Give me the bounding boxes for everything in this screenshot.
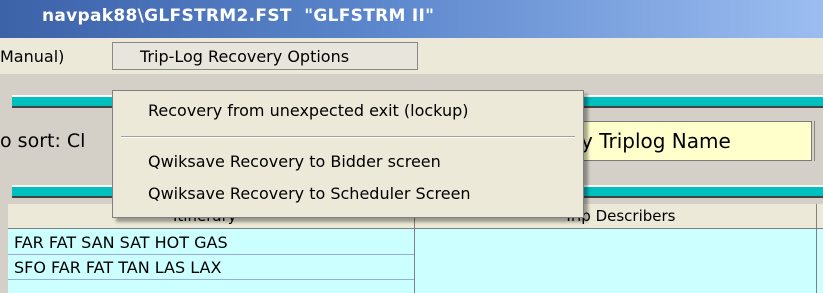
menu-manual[interactable]: Manual)	[0, 47, 64, 66]
row-itinerary: SFO FAR FAT TAN LAS LAX	[14, 258, 222, 277]
sort-field-value: y Triplog Name	[581, 129, 731, 153]
column-divider	[816, 204, 817, 293]
sort-label: o sort: Cl	[0, 130, 86, 152]
sort-field[interactable]: y Triplog Name	[560, 121, 812, 161]
menu-trip-log-recovery-label: Trip-Log Recovery Options	[140, 47, 350, 66]
sort-dropdown-edge[interactable]	[814, 121, 823, 161]
menu-bar: Manual) Trip-Log Recovery Options	[0, 38, 823, 74]
menu-item-recovery-lockup[interactable]: Recovery from unexpected exit (lockup)	[148, 101, 468, 120]
menu-trip-log-recovery[interactable]: Trip-Log Recovery Options	[112, 42, 418, 70]
window-title: navpak88\GLFSTRM2.FST "GLFSTRM II"	[42, 6, 435, 26]
trip-log-recovery-menu: Recovery from unexpected exit (lockup) Q…	[112, 90, 584, 218]
table-row[interactable]: SFO FAR FAT TAN LAS LAX	[8, 255, 414, 280]
menu-separator	[121, 136, 575, 138]
title-bar: navpak88\GLFSTRM2.FST "GLFSTRM II"	[0, 0, 823, 38]
row-itinerary: FAR FAT SAN SAT HOT GAS	[14, 233, 228, 252]
table-row[interactable]: FAR FAT SAN SAT HOT GAS	[8, 230, 414, 255]
menu-item-qwiksave-bidder[interactable]: Qwiksave Recovery to Bidder screen	[148, 152, 441, 171]
menu-item-qwiksave-scheduler[interactable]: Qwiksave Recovery to Scheduler Screen	[148, 184, 471, 203]
